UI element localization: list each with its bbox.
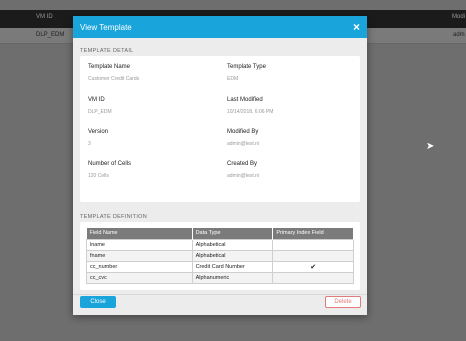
- bg-header-vm-id: VM ID: [36, 14, 53, 20]
- template-type-field: Template Type EDM: [227, 64, 266, 82]
- primary-index-cell: [272, 271, 354, 284]
- field-name-cell: cc_number: [86, 260, 193, 273]
- created-by-label: Created By: [227, 161, 258, 167]
- view-template-dialog: View Template × TEMPLATE DETAIL Template…: [73, 16, 367, 315]
- modified-by-value: admin@test.ni: [227, 141, 260, 147]
- column-header-field-name[interactable]: Field Name: [86, 228, 193, 239]
- column-header-primary-index[interactable]: Primary Index Field: [272, 228, 354, 239]
- number-of-cells-field: Number of Cells 120 Cells: [88, 161, 131, 179]
- field-name-cell: fname: [86, 249, 193, 262]
- template-name-value: Customer Credit Cards: [88, 76, 140, 82]
- number-of-cells-label: Number of Cells: [88, 161, 132, 167]
- column-header-data-type[interactable]: Data Type: [192, 228, 274, 239]
- modified-by-field: Modified By admin@test.ni: [227, 129, 259, 147]
- bg-row-modified: adm: [453, 32, 465, 38]
- created-by-value: admin@test.ni: [227, 173, 260, 179]
- template-detail-panel: Template Name Customer Credit Cards Temp…: [80, 56, 360, 202]
- template-name-label: Template Name: [88, 64, 131, 70]
- table-row: fname Alphabetical: [86, 249, 354, 262]
- vm-id-field: VM ID DLP_EDM: [88, 97, 112, 115]
- last-modified-label: Last Modified: [227, 97, 263, 103]
- template-type-value: EDM: [227, 76, 239, 82]
- vm-id-label: VM ID: [88, 97, 105, 103]
- template-detail-heading: TEMPLATE DETAIL: [80, 48, 134, 54]
- primary-index-cell: [272, 238, 354, 251]
- last-modified-field: Last Modified 10/14/2018, 6:06 PM: [227, 97, 273, 115]
- table-row: cc_cvc Alphanumeric: [86, 271, 354, 284]
- created-by-field: Created By admin@test.ni: [227, 161, 259, 179]
- template-definition-panel: Field Name Data Type Primary Index Field…: [80, 222, 360, 290]
- template-definition-heading: TEMPLATE DEFINITION: [80, 214, 148, 220]
- dialog-title: View Template: [80, 22, 132, 32]
- template-name-field: Template Name Customer Credit Cards: [88, 64, 139, 82]
- table-row: cc_number Credit Card Number ✔: [86, 260, 354, 273]
- delete-button[interactable]: Delete: [325, 296, 361, 308]
- footer-divider: [73, 294, 367, 295]
- mouse-cursor-icon: ➤: [426, 141, 435, 152]
- bg-row-vm-id: DLP_EDM: [36, 32, 65, 38]
- version-value: 3: [88, 141, 91, 147]
- modified-by-label: Modified By: [227, 129, 259, 135]
- close-icon[interactable]: ×: [353, 21, 360, 33]
- version-field: Version 3: [88, 129, 108, 147]
- close-button[interactable]: Close: [80, 296, 116, 308]
- data-type-cell: Alphabetical: [191, 249, 274, 262]
- template-definition-table: Field Name Data Type Primary Index Field…: [86, 228, 354, 284]
- table-row: lname Alphabetical: [86, 238, 354, 251]
- field-name-cell: lname: [86, 238, 193, 251]
- data-type-cell: Credit Card Number: [191, 260, 274, 273]
- version-label: Version: [88, 129, 109, 135]
- bg-header-modified: Modi: [452, 14, 466, 20]
- vm-id-value: DLP_EDM: [88, 109, 112, 115]
- checkmark-icon: ✔: [272, 260, 354, 273]
- template-type-label: Template Type: [227, 64, 266, 70]
- data-type-cell: Alphabetical: [191, 238, 274, 251]
- number-of-cells-value: 120 Cells: [88, 173, 109, 179]
- table-header-row: Field Name Data Type Primary Index Field: [86, 228, 354, 239]
- dialog-header: View Template ×: [73, 16, 367, 38]
- last-modified-value: 10/14/2018, 6:06 PM: [227, 109, 274, 115]
- data-type-cell: Alphanumeric: [191, 271, 274, 284]
- field-name-cell: cc_cvc: [86, 271, 193, 284]
- primary-index-cell: [272, 249, 354, 262]
